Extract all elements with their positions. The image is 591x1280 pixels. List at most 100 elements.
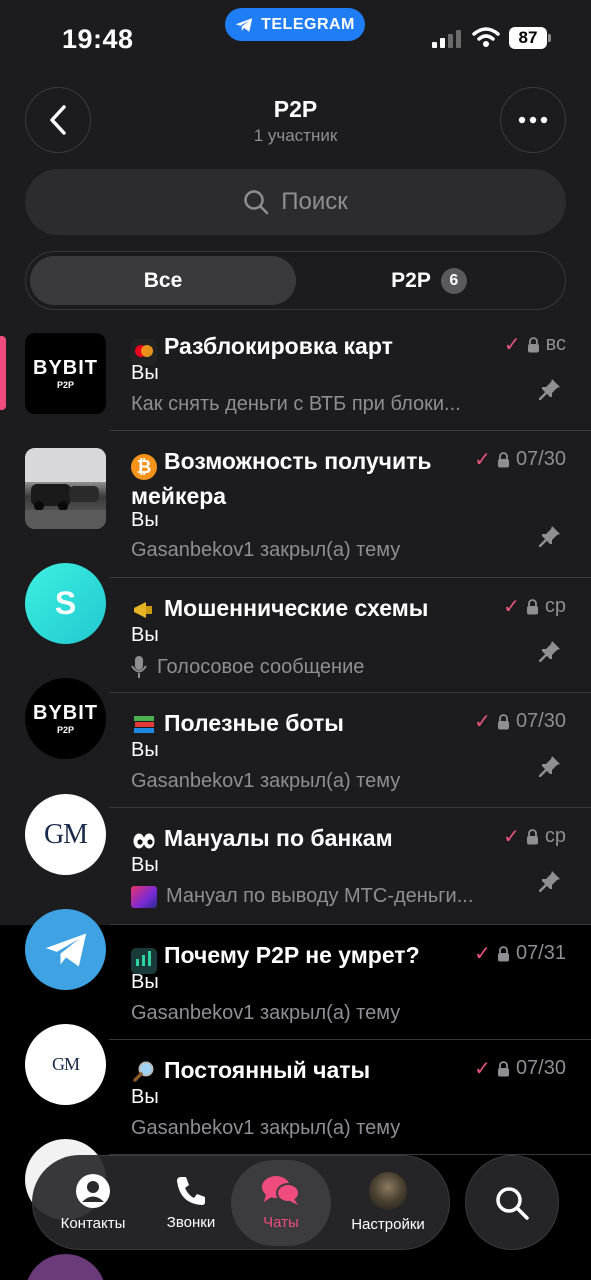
battery-icon: 87 bbox=[509, 27, 547, 49]
lock-icon bbox=[497, 451, 509, 467]
search-button[interactable] bbox=[465, 1155, 559, 1250]
pin-icon bbox=[539, 641, 560, 662]
tab-chats-label: Чаты bbox=[263, 1214, 299, 1231]
search-placeholder: Поиск bbox=[281, 188, 348, 215]
topic-sender: Вы bbox=[131, 971, 159, 993]
battery-level: 87 bbox=[518, 28, 538, 47]
filter-tabs: Все P2P 6 bbox=[25, 251, 566, 310]
status-bar: 19:48 TELEGRAM 87 bbox=[0, 0, 591, 80]
tab-all[interactable]: Все bbox=[30, 256, 296, 305]
attachment-thumbnail bbox=[131, 885, 157, 908]
topic-meta: ✓ 07/30 bbox=[474, 447, 566, 472]
cellular-signal-icon bbox=[432, 30, 461, 48]
tab-contacts[interactable]: Контакты bbox=[45, 1156, 141, 1249]
chat-avatar-s[interactable]: S bbox=[25, 563, 106, 644]
lock-icon bbox=[526, 828, 538, 844]
topic-meta: ✓ 07/31 bbox=[474, 941, 566, 966]
topic-preview: Gasanbekov1 закрыл(а) тему bbox=[131, 539, 401, 561]
topic-title: Почему P2P не умрет? bbox=[131, 939, 451, 974]
pin-icon bbox=[539, 871, 560, 892]
chat-avatar-gm[interactable]: GM bbox=[25, 794, 106, 875]
tab-settings[interactable]: Настройки bbox=[333, 1156, 443, 1249]
bybit-logo: BYBIT P2P bbox=[33, 356, 98, 390]
tab-settings-label: Настройки bbox=[351, 1216, 425, 1233]
tab-contacts-label: Контакты bbox=[60, 1215, 126, 1232]
chat-avatar-car-photo[interactable] bbox=[25, 448, 106, 529]
more-button[interactable] bbox=[500, 87, 566, 153]
chat-avatar-bybit-2[interactable]: BYBIT P2P bbox=[25, 678, 106, 759]
read-check-icon: ✓ bbox=[474, 449, 491, 471]
tab-calls[interactable]: Звонки bbox=[145, 1156, 237, 1249]
topic-row[interactable]: Разблокировка карт ✓ вс Вы Как снять ден… bbox=[109, 316, 591, 431]
tab-chats[interactable]: Чаты bbox=[231, 1156, 331, 1249]
topic-date: 07/31 bbox=[515, 942, 566, 964]
topic-row[interactable]: Мошеннические схемы ✓ ср Вы Голосовое со… bbox=[109, 578, 591, 693]
topic-title: Полезные боты bbox=[131, 707, 451, 739]
read-check-icon: ✓ bbox=[474, 1058, 491, 1080]
read-check-icon: ✓ bbox=[474, 711, 491, 733]
lock-icon bbox=[497, 1060, 509, 1076]
topic-preview: Gasanbekov1 закрыл(а) тему bbox=[131, 770, 401, 792]
chat-avatar-gm-2[interactable]: GM bbox=[25, 1024, 106, 1105]
paper-plane-icon bbox=[45, 933, 86, 966]
tab-p2p-label: P2P bbox=[391, 268, 431, 292]
pin-icon bbox=[539, 379, 560, 400]
topic-date: 07/30 bbox=[515, 1057, 566, 1079]
chat-bubbles-icon bbox=[262, 1176, 300, 1205]
topic-row[interactable]: Постоянный чаты ✓ 07/30 Вы Gasanbekov1 з… bbox=[109, 1040, 591, 1155]
read-check-icon: ✓ bbox=[474, 943, 491, 965]
pin-icon bbox=[539, 526, 560, 547]
topic-sender: Вы bbox=[131, 362, 159, 384]
topic-date: 07/30 bbox=[515, 710, 566, 732]
topic-row[interactable]: Мануалы по банкам ✓ ср Вы Мануал по выво… bbox=[109, 808, 591, 925]
search-icon bbox=[496, 1186, 529, 1220]
chat-avatar-telegram[interactable] bbox=[25, 909, 106, 990]
books-icon bbox=[131, 713, 157, 739]
topic-title: Мануалы по банкам bbox=[131, 822, 451, 857]
topic-preview: Голосовое сообщение bbox=[131, 655, 531, 679]
topic-meta: ✓ 07/30 bbox=[474, 709, 566, 734]
battery-tip bbox=[548, 34, 551, 42]
topic-row[interactable]: Почему P2P не умрет? ✓ 07/31 Вы Gasanbek… bbox=[109, 925, 591, 1040]
lock-icon bbox=[497, 713, 509, 729]
wifi-icon bbox=[472, 27, 500, 47]
car-image bbox=[25, 448, 106, 529]
magnifier-icon bbox=[131, 1060, 157, 1086]
topic-title: Мошеннические схемы bbox=[131, 592, 451, 626]
topic-date: 07/30 bbox=[515, 448, 566, 470]
topic-meta: ✓ ср bbox=[503, 824, 566, 849]
topic-title: Разблокировка карт bbox=[131, 330, 451, 365]
topic-preview: Gasanbekov1 закрыл(а) тему bbox=[131, 1002, 401, 1024]
gm-logo: GM bbox=[43, 818, 88, 850]
topic-date: вс bbox=[545, 333, 566, 355]
topic-sender: Вы bbox=[131, 854, 159, 876]
selected-chat-indicator bbox=[0, 336, 6, 410]
topic-row[interactable]: ₿ Возможность получить мейкера ✓ 07/30 Вы… bbox=[109, 431, 591, 578]
bitcoin-icon: ₿ bbox=[131, 454, 157, 480]
paper-plane-icon bbox=[235, 17, 253, 32]
topic-title: Постоянный чаты bbox=[131, 1054, 451, 1086]
tab-bar: Контакты Звонки Чаты Настройки bbox=[32, 1155, 450, 1250]
topic-preview: Gasanbekov1 закрыл(а) тему bbox=[131, 1117, 401, 1139]
lock-icon bbox=[497, 945, 509, 961]
lock-icon bbox=[527, 336, 539, 352]
topic-meta: ✓ вс bbox=[504, 332, 566, 357]
person-circle-icon bbox=[76, 1174, 110, 1208]
tab-p2p[interactable]: P2P 6 bbox=[296, 256, 562, 305]
search-input[interactable]: Поиск bbox=[25, 169, 566, 235]
topic-preview: Мануал по выводу МТС-деньги... bbox=[131, 885, 531, 908]
topic-date: ср bbox=[544, 825, 566, 847]
read-check-icon: ✓ bbox=[503, 826, 520, 848]
topic-row[interactable]: Полезные боты ✓ 07/30 Вы Gasanbekov1 зак… bbox=[109, 693, 591, 808]
lock-icon bbox=[526, 598, 538, 614]
topic-sender: Вы bbox=[131, 1086, 159, 1108]
microphone-icon bbox=[131, 656, 147, 678]
chat-avatar-bybit[interactable]: BYBIT P2P bbox=[25, 333, 106, 414]
tab-calls-label: Звонки bbox=[166, 1214, 216, 1231]
megaphone-icon bbox=[131, 600, 157, 626]
telegram-pill[interactable]: TELEGRAM bbox=[225, 8, 365, 41]
profile-avatar bbox=[369, 1172, 407, 1210]
topic-preview: Как снять деньги с ВТБ при блоки... bbox=[131, 393, 461, 415]
topic-meta: ✓ 07/30 bbox=[474, 1056, 566, 1081]
topic-sender: Вы bbox=[131, 509, 159, 531]
